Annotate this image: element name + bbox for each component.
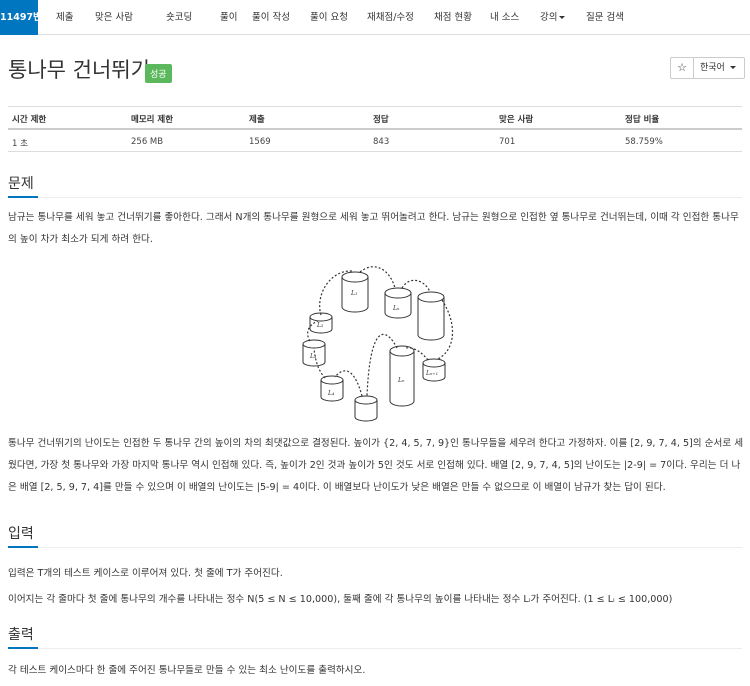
nav-write-solution[interactable]: 풀이 작성 — [252, 0, 290, 35]
value-time-limit: 1 초 — [12, 139, 28, 149]
input-description-1: 입력은 T개의 테스트 케이스로 이루어져 있다. 첫 줄에 T가 주어진다. — [8, 568, 283, 579]
header-solved-users: 맞은 사람 — [499, 115, 534, 125]
section-underline — [8, 196, 38, 198]
problem-description-1: 남규는 통나무를 세워 놓고 건너뛰기를 좋아한다. 그래서 N개의 통나무를 … — [8, 212, 739, 245]
nav-short-coding[interactable]: 숏코딩 — [166, 0, 192, 35]
label-ln-top: Lₙ — [392, 305, 400, 312]
log-l1-top — [341, 271, 369, 283]
section-underline — [8, 647, 38, 649]
header-accept-ratio: 정답 비율 — [625, 115, 660, 125]
label-ln1: Lₙ₊₁ — [425, 370, 438, 377]
input-heading: 입력 — [8, 526, 34, 542]
nav-request-solution[interactable]: 풀이 요청 — [310, 0, 348, 35]
status-badge: 성공 — [145, 64, 172, 83]
problem-heading: 문제 — [8, 176, 34, 192]
section-divider — [8, 547, 742, 548]
nav-lecture-dropdown[interactable]: 강의 — [540, 0, 566, 35]
chevron-down-icon — [729, 66, 736, 69]
nav-question-search[interactable]: 질문 검색 — [586, 0, 624, 35]
label-l3: L₃ — [309, 353, 317, 360]
nav-my-source[interactable]: 내 소스 — [490, 0, 519, 35]
nav-solutions[interactable]: 풀이 — [220, 0, 237, 35]
nav-submit[interactable]: 제출 — [56, 0, 73, 35]
nav-problem-number[interactable]: 11497번 — [0, 0, 42, 35]
log-right-tall-top — [417, 291, 445, 303]
nav-lecture-label: 강의 — [540, 12, 558, 23]
log-right-tall — [417, 297, 445, 341]
nav-rejudge[interactable]: 재채점/수정 — [367, 0, 414, 35]
header-memory-limit: 메모리 제한 — [131, 115, 174, 125]
output-description-1: 각 테스트 케이스마다 한 줄에 주어진 통나무들로 만들 수 있는 최소 난이… — [8, 665, 366, 676]
label-l4: L₄ — [327, 390, 335, 397]
nav-status[interactable]: 채점 현황 — [434, 0, 472, 35]
table-bottom-border — [8, 151, 742, 152]
language-select[interactable]: 한국어 — [693, 57, 745, 79]
label-l1: L₁ — [350, 290, 357, 297]
value-accepted: 843 — [373, 137, 390, 147]
problem-description-2: 통나무 건너뛰기의 난이도는 인접한 두 통나무 간의 높이의 차의 최댓값으로… — [8, 438, 744, 493]
page-title: 통나무 건너뛰기 — [8, 58, 150, 82]
value-submissions: 1569 — [249, 137, 271, 147]
language-label: 한국어 — [700, 63, 725, 73]
log-ln-top-top — [384, 287, 412, 299]
log-bottom-top — [354, 395, 378, 405]
table-top-border — [8, 106, 742, 107]
value-memory-limit: 256 MB — [131, 137, 164, 147]
value-solved-users: 701 — [499, 137, 516, 147]
problem-nav-bar: 11497번 제출 맞은 사람 숏코딩 풀이 풀이 작성 풀이 요청 재채점/수… — [0, 0, 750, 35]
section-divider — [8, 197, 742, 198]
log-l3-top — [302, 339, 326, 349]
star-icon: ☆ — [677, 61, 687, 74]
label-l2: L₂ — [316, 322, 324, 329]
section-divider — [8, 648, 742, 649]
header-accepted: 정답 — [373, 115, 389, 125]
table-header-divider — [8, 128, 742, 130]
value-accept-ratio: 58.759% — [625, 137, 663, 147]
problem-title-row: 통나무 건너뛰기 성공 — [8, 54, 172, 84]
header-time-limit: 시간 제한 — [12, 115, 47, 125]
input-description-2: 이어지는 각 줄마다 첫 줄에 통나무의 개수를 나타내는 정수 N(5 ≤ N… — [8, 594, 673, 605]
section-underline — [8, 546, 38, 548]
log-jump-figure: L₁ L₂ L₃ L₄ Lₙ Lₙ₊₁ Lₙ — [302, 266, 454, 422]
log-ln1-top — [422, 358, 446, 368]
label-ln-mid: Lₙ — [397, 377, 405, 384]
favorite-button[interactable]: ☆ — [670, 57, 694, 79]
output-heading: 출력 — [8, 627, 34, 643]
nav-correct-users[interactable]: 맞은 사람 — [95, 0, 133, 35]
chevron-down-icon — [559, 16, 566, 19]
header-submissions: 제출 — [249, 115, 265, 125]
